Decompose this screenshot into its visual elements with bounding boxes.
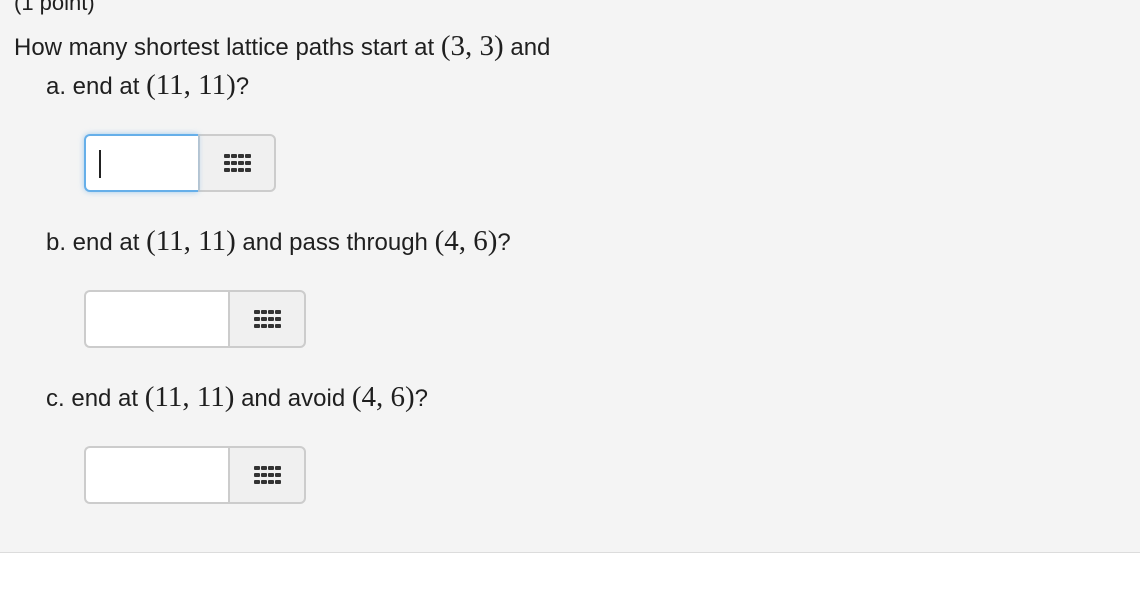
start-point-math: (3, 3) — [440, 30, 504, 62]
question-intro: How many shortest lattice paths start at… — [14, 31, 550, 63]
part-c-end-point: (11, 11) — [144, 381, 235, 413]
part-a-question: a. end at (11, 11)? — [46, 70, 249, 102]
part-b-end-point: (11, 11) — [146, 225, 236, 257]
part-b-answer-input[interactable] — [84, 290, 228, 348]
part-c-text-before: end at — [64, 385, 145, 412]
question-prefix: How many shortest lattice paths start at — [14, 34, 441, 61]
part-b-answer-group — [84, 290, 306, 348]
part-b-question: b. end at (11, 11) and pass through (4, … — [46, 226, 511, 258]
grid-icon — [253, 466, 281, 484]
grid-icon — [253, 310, 281, 328]
part-c-answer-group — [84, 446, 306, 504]
part-a-answer-input[interactable] — [84, 134, 198, 192]
part-c-condition-point: (4, 6) — [351, 381, 415, 413]
part-b-text-after: ? — [497, 229, 511, 256]
question-suffix: and — [503, 34, 551, 61]
part-c-question: c. end at (11, 11) and avoid (4, 6)? — [46, 382, 428, 414]
part-b-equation-palette-button[interactable] — [228, 290, 306, 348]
part-a-end-point: (11, 11) — [146, 69, 236, 101]
part-c-letter: c. — [46, 385, 65, 412]
part-c-answer-input[interactable] — [84, 446, 228, 504]
part-b-text-before: end at — [66, 229, 147, 256]
problem-panel: (1 point) How many shortest lattice path… — [0, 0, 1140, 553]
part-a-text-before: end at — [66, 73, 147, 100]
part-c-text-after: ? — [414, 385, 429, 412]
part-a-answer-group — [84, 134, 276, 192]
part-a-equation-palette-button[interactable] — [198, 134, 276, 192]
part-b-letter: b. — [46, 229, 67, 256]
grid-icon — [223, 154, 251, 172]
part-b-condition-point: (4, 6) — [434, 225, 498, 257]
point-value: (1 point) — [14, 0, 95, 15]
text-caret — [99, 150, 101, 178]
part-a-letter: a. — [46, 73, 67, 100]
part-a-text-after: ? — [235, 73, 250, 100]
part-b-text-middle: and pass through — [235, 229, 435, 256]
part-c-equation-palette-button[interactable] — [228, 446, 306, 504]
part-c-text-middle: and avoid — [234, 385, 352, 412]
